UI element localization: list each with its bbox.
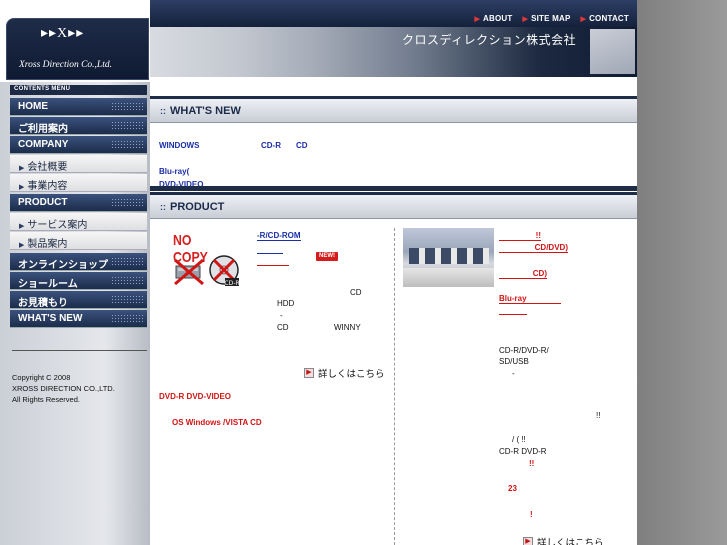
sidebar-item-guide[interactable]: ご利用案内 xyxy=(10,117,147,135)
arrow-icon: ▶ xyxy=(19,184,25,191)
product-text: !! xyxy=(596,411,601,420)
product-text: CD xyxy=(350,288,362,297)
bullet-icon: :: xyxy=(160,202,166,212)
sidebar-divider xyxy=(12,350,147,351)
product-text: SD/USB xyxy=(499,357,529,366)
details-link-right[interactable]: ▶ 詳しくはこちら xyxy=(523,535,604,545)
logo-mark: ▸▸X▸▸ xyxy=(41,26,85,41)
whats-new-header: :: WHAT'S NEW xyxy=(150,96,637,123)
bullet-icon: :: xyxy=(160,106,166,116)
arrow-icon: ▶ xyxy=(19,242,25,249)
nav-link-contact[interactable]: ▶ CONTACT xyxy=(580,14,629,23)
product-text: CD xyxy=(277,323,289,332)
no-copy-product-image[interactable]: NO COPY CD-R xyxy=(172,232,242,292)
product-text: / ( !! xyxy=(512,435,526,444)
showroom-photo[interactable] xyxy=(403,228,494,287)
sidebar-item-services[interactable]: ▶ サービス案内 xyxy=(10,213,147,231)
details-link-left[interactable]: ▶ 詳しくはこちら xyxy=(304,366,385,380)
nav-link-site-map[interactable]: ▶ SITE MAP xyxy=(523,14,571,23)
product-link[interactable]: -R/CD-ROM xyxy=(257,231,301,241)
arrow-icon: ▶ xyxy=(522,16,529,23)
product-text: OS Windows /VISTA CD xyxy=(172,418,262,427)
product-text: DVD-R DVD-VIDEO xyxy=(159,392,232,401)
sidebar-item-home[interactable]: HOME xyxy=(10,98,147,116)
product-text: CD-R DVD-R xyxy=(499,447,547,456)
product-text: HDD xyxy=(277,299,295,308)
copyright: Copyright C 2008 XROSS DIRECTION CO.,LTD… xyxy=(12,373,115,404)
company-name: クロスディレクション株式会社 xyxy=(402,33,577,47)
arrow-icon: ▶ xyxy=(304,368,314,378)
product-link-underline[interactable] xyxy=(257,257,289,266)
news-text: WINDOWS xyxy=(159,141,200,150)
product-text: CD-R/DVD-R/ xyxy=(499,346,549,355)
product-text: - xyxy=(280,311,283,320)
logo-brand-text: Xross Direction Co.,Ltd. xyxy=(19,60,112,70)
product-text: !! xyxy=(529,459,535,468)
contents-menu-header: CONTENTS MENU xyxy=(10,85,147,95)
new-badge: NEW! xyxy=(316,252,338,261)
arrow-icon: ▶ xyxy=(523,537,533,545)
sidebar: CONTENTS MENU HOME ご利用案内 COMPANY ▶ 会社概要 ▶… xyxy=(0,82,150,545)
product-link-underline[interactable] xyxy=(257,245,283,254)
sidebar-item-showroom[interactable]: ショールーム xyxy=(10,272,147,290)
product-link[interactable]: Blu-ray xyxy=(499,294,561,304)
arrow-icon: ▶ xyxy=(19,223,25,230)
product-text: ! xyxy=(530,510,533,519)
background-margin xyxy=(637,0,727,545)
nav-link-about[interactable]: ▶ ABOUT xyxy=(474,14,512,23)
sidebar-item-company[interactable]: COMPANY xyxy=(10,136,147,154)
sidebar-item-products[interactable]: ▶ 製品案内 xyxy=(10,232,147,250)
banner-image xyxy=(590,29,635,74)
hdd-prohibited-icon xyxy=(174,258,204,286)
cd-r-prohibited-icon: CD-R xyxy=(209,255,240,287)
sidebar-item-online-shop[interactable]: オンラインショップ xyxy=(10,253,147,271)
news-link[interactable]: Blu-ray( xyxy=(159,167,189,176)
news-text: CD-R xyxy=(261,141,281,150)
top-navigation: ▶ ABOUT ▶ SITE MAP ▶ CONTACT xyxy=(150,0,637,27)
arrow-icon: ▶ xyxy=(580,16,587,23)
column-divider xyxy=(394,228,395,545)
product-link-underline[interactable] xyxy=(499,306,527,315)
sidebar-item-whats-new[interactable]: WHAT'S NEW xyxy=(10,310,147,328)
arrow-icon: ▶ xyxy=(19,165,25,172)
sidebar-item-estimate[interactable]: お見積もり xyxy=(10,291,147,309)
svg-text:CD-R: CD-R xyxy=(224,280,239,287)
product-text: - xyxy=(512,369,515,378)
arrow-icon: ▶ xyxy=(474,16,481,23)
product-text: 23 xyxy=(508,484,517,493)
product-text: WINNY xyxy=(334,323,361,332)
section-divider xyxy=(150,186,637,191)
product-link[interactable]: CD/DVD) xyxy=(499,243,568,253)
sidebar-item-business[interactable]: ▶ 事業内容 xyxy=(10,174,147,192)
sidebar-item-product[interactable]: PRODUCT xyxy=(10,194,147,212)
product-title: PRODUCT xyxy=(170,201,225,213)
page: ▶ ABOUT ▶ SITE MAP ▶ CONTACT クロスディレクション株式会社… xyxy=(0,0,637,545)
news-text: CD xyxy=(296,141,308,150)
product-link[interactable]: !! xyxy=(499,231,541,241)
sidebar-item-company-overview[interactable]: ▶ 会社概要 xyxy=(10,155,147,173)
product-header: :: PRODUCT xyxy=(150,192,637,219)
site-logo[interactable]: ▸▸X▸▸ Xross Direction Co.,Ltd. xyxy=(6,18,149,80)
header-banner: クロスディレクション株式会社 xyxy=(150,27,637,77)
whats-new-title: WHAT'S NEW xyxy=(170,105,241,117)
product-link[interactable]: CD) xyxy=(499,269,547,279)
